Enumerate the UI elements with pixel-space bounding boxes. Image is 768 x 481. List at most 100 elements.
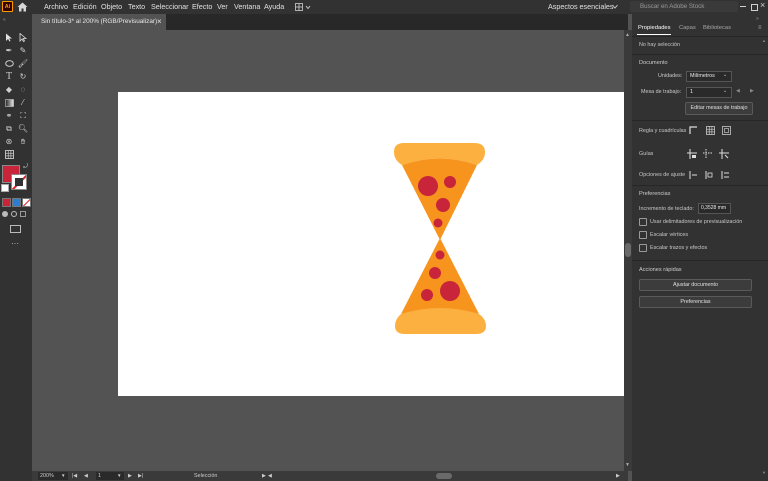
- screen-mode-icon[interactable]: [10, 225, 21, 233]
- no-selection-label: No hay selección: [639, 42, 681, 48]
- hscroll-left-icon[interactable]: ◀: [268, 471, 272, 481]
- color-mode-color-icon[interactable]: [2, 198, 11, 207]
- hand-tool-icon[interactable]: ✋︎: [17, 136, 29, 147]
- default-colors-icon[interactable]: [1, 184, 9, 192]
- vertical-scroll-up-icon[interactable]: ▲: [625, 32, 630, 38]
- artboard-chevron-down-icon[interactable]: ▼: [117, 472, 121, 480]
- draw-mode-icon[interactable]: [2, 211, 28, 219]
- checkbox-row[interactable]: Escalar trazos y efectos: [639, 244, 707, 252]
- artboard-number-field[interactable]: 1 ▼: [96, 472, 124, 480]
- panel-scrollbar[interactable]: ▲ ▼: [762, 38, 767, 478]
- grid-icon[interactable]: [706, 126, 715, 137]
- menu-item-edición[interactable]: Edición: [73, 0, 97, 14]
- tools-collapse-icon[interactable]: «: [3, 17, 6, 23]
- type-tool-icon[interactable]: T: [3, 71, 15, 82]
- eraser-tool-icon[interactable]: ◆: [3, 84, 15, 95]
- direct-selection-tool-icon[interactable]: [17, 32, 29, 43]
- document-tab[interactable]: Sin título-3* al 200% (RGB/Previsualizar…: [32, 14, 166, 30]
- menu-item-ayuda[interactable]: Ayuda: [264, 0, 284, 14]
- zoom-field[interactable]: 200% ▼: [38, 472, 68, 480]
- vertical-scroll-thumb[interactable]: [625, 243, 631, 257]
- transparency-grid-icon[interactable]: [722, 126, 731, 137]
- artboard[interactable]: [118, 92, 624, 396]
- ellipse-tool-icon[interactable]: [3, 58, 15, 69]
- vertical-scrollbar[interactable]: ▲ ▼: [624, 30, 632, 471]
- horizontal-scroll-thumb[interactable]: [436, 473, 452, 479]
- panel-scroll-up-icon[interactable]: ▲: [762, 38, 766, 43]
- panel-menu-icon[interactable]: ≡: [758, 25, 762, 31]
- menu-item-seleccionar[interactable]: Seleccionar: [151, 0, 189, 14]
- document-tab-close-icon[interactable]: ×: [157, 14, 162, 30]
- checkbox-row[interactable]: Escalar vértices: [639, 231, 688, 239]
- selection-tool-icon[interactable]: [3, 32, 15, 43]
- next-artboard-icon[interactable]: ▶: [750, 88, 754, 94]
- gradient-tool-icon[interactable]: [3, 97, 15, 108]
- menu-item-objeto[interactable]: Objeto: [101, 0, 122, 14]
- snap-to-glyph-icon[interactable]: [720, 170, 730, 182]
- color-mode-none-icon[interactable]: [22, 198, 31, 207]
- workspace-switcher[interactable]: Aspectos esenciales: [548, 0, 614, 14]
- units-select[interactable]: Milímetros ⌄: [686, 71, 732, 82]
- symbol-sprayer-tool-icon[interactable]: ⊛: [3, 136, 15, 147]
- menu-item-efecto[interactable]: Efecto: [192, 0, 212, 14]
- shape-builder-tool-icon[interactable]: ⚭: [3, 110, 15, 121]
- guides-show-icon[interactable]: [687, 149, 697, 161]
- close-icon[interactable]: ×: [760, 0, 765, 10]
- vertical-scroll-down-icon[interactable]: ▼: [625, 462, 630, 468]
- stroke-color-swatch[interactable]: [11, 174, 27, 190]
- rotate-tool-icon[interactable]: ↻: [17, 71, 29, 82]
- artboard-select-chevron-icon: ⌄: [723, 88, 728, 94]
- menu-item-texto[interactable]: Texto: [128, 0, 145, 14]
- maximize-icon[interactable]: [751, 4, 758, 11]
- swap-fill-stroke-icon[interactable]: ⤾: [23, 164, 28, 171]
- artboard-next-icon[interactable]: ▶: [128, 471, 132, 481]
- artboard-prev-icon[interactable]: ◀: [84, 471, 88, 481]
- pizza-hourglass-artwork[interactable]: [392, 142, 488, 336]
- artboard-last-icon[interactable]: ▶|: [138, 471, 143, 481]
- hscroll-right-icon[interactable]: ▶: [616, 471, 620, 481]
- panel-collapse-icon[interactable]: »: [756, 16, 759, 22]
- checkbox-row[interactable]: Usar delimitadores de previsualización: [639, 218, 742, 226]
- edit-toolbar-icon[interactable]: ···: [11, 239, 19, 248]
- stock-search-field[interactable]: Buscar en Adobe Stock: [630, 1, 738, 12]
- menu-item-archivo[interactable]: Archivo: [44, 0, 68, 14]
- tab-libraries[interactable]: Bibliotecas: [703, 25, 731, 31]
- fit-document-button[interactable]: Ajustar documento: [639, 279, 752, 291]
- menu-item-ventana[interactable]: Ventana: [234, 0, 260, 14]
- live-paint-tool-icon[interactable]: ⛶: [17, 110, 29, 121]
- chevron-down-icon[interactable]: [612, 4, 618, 11]
- zoom-chevron-down-icon[interactable]: ▼: [61, 472, 65, 480]
- artboard-first-icon[interactable]: |◀: [72, 471, 77, 481]
- artboard-select[interactable]: 1 ⌄: [686, 87, 732, 98]
- snap-to-pixel-icon[interactable]: [704, 170, 714, 182]
- minimize-icon[interactable]: [740, 6, 746, 7]
- pen-tool-icon[interactable]: ✒: [3, 45, 15, 56]
- status-menu-icon[interactable]: ▶: [262, 471, 266, 481]
- paintbrush-tool-icon[interactable]: 🖌: [17, 58, 29, 69]
- lasso-tool-icon[interactable]: ◌: [17, 84, 29, 95]
- checkbox-scale-strokes[interactable]: [639, 244, 647, 252]
- menu-item-ver[interactable]: Ver: [217, 0, 228, 14]
- keyboard-increment-field[interactable]: 0,3528 mm: [698, 203, 731, 214]
- checkbox-preview-bounds[interactable]: [639, 218, 647, 226]
- stock-search-input[interactable]: Buscar en Adobe Stock: [640, 1, 704, 12]
- smart-guides-icon[interactable]: [719, 149, 729, 161]
- snap-to-point-icon[interactable]: [688, 170, 698, 182]
- edit-artboards-button[interactable]: Editar mesas de trabajo: [685, 102, 753, 115]
- tab-layers[interactable]: Capas: [679, 25, 696, 31]
- eyedropper-tool-icon[interactable]: ⁄: [17, 97, 29, 108]
- color-mode-gradient-icon[interactable]: [12, 198, 21, 207]
- arrange-documents-icon[interactable]: [295, 3, 311, 11]
- grid-tool-icon[interactable]: [3, 149, 15, 160]
- rulers-icon[interactable]: [689, 126, 698, 137]
- artboard-tool-icon[interactable]: ⧉: [3, 123, 15, 134]
- preferences-button[interactable]: Preferencias: [639, 296, 752, 308]
- zoom-tool-icon[interactable]: 🔍︎: [17, 123, 29, 134]
- curvature-tool-icon[interactable]: ✎: [17, 45, 29, 56]
- guides-lock-icon[interactable]: [703, 149, 713, 161]
- prev-artboard-icon[interactable]: ◀: [736, 88, 740, 94]
- panel-scroll-down-icon[interactable]: ▼: [762, 470, 766, 475]
- checkbox-scale-corners[interactable]: [639, 231, 647, 239]
- home-icon[interactable]: [17, 2, 28, 12]
- tab-properties[interactable]: Propiedades: [638, 25, 671, 31]
